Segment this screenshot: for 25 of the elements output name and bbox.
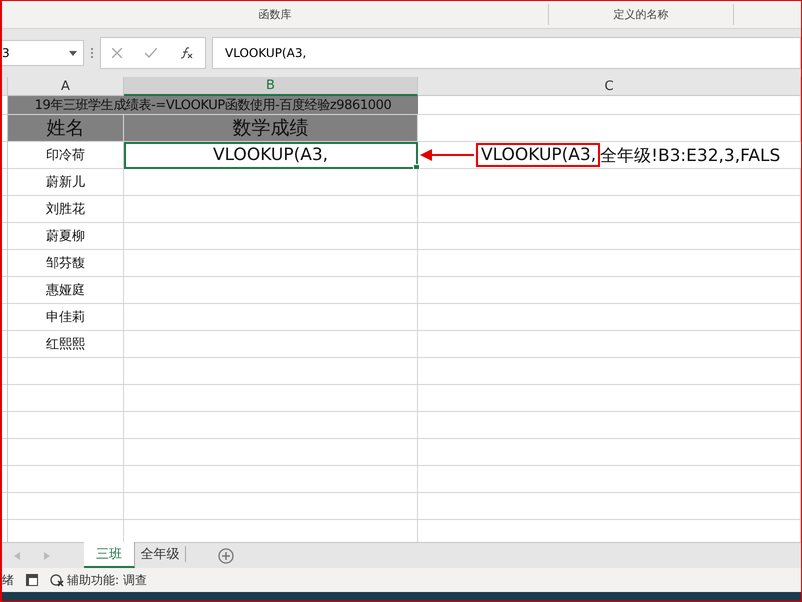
table-cell: 红熙熙 — [8, 331, 124, 358]
table-cell: 惠娅庭 — [8, 277, 124, 304]
status-text[interactable]: 辅助功能: 调查 — [67, 572, 147, 588]
ribbon-group-label: 定义的名称 — [549, 4, 734, 25]
column-header[interactable]: B — [124, 77, 418, 96]
cell-text: 全年级!B3:E32,3,FALS — [600, 144, 780, 166]
table-cell: 邹芬馥 — [8, 250, 124, 277]
table-cell: 姓名 — [8, 115, 124, 142]
ribbon-group-label: 函数库 — [2, 4, 549, 25]
table-cell: 数学成绩 — [124, 115, 418, 142]
status-text: 绪 — [2, 572, 14, 588]
table-cell: VLOOKUP(A3, — [124, 142, 418, 169]
table-cell: 蔚新儿 — [8, 169, 124, 196]
table-cell: 刘胜花 — [8, 196, 124, 223]
column-header[interactable]: C — [418, 77, 801, 96]
table-cell: 蔚夏柳 — [8, 223, 124, 250]
sheet-tab[interactable]: 三班 — [84, 542, 135, 568]
table-cell: 印冷荷 — [8, 142, 124, 169]
table-cell: 申佳莉 — [8, 304, 124, 331]
formula-field[interactable]: VLOOKUP(A3, — [212, 37, 801, 69]
highlighted-text: VLOOKUP(A3, — [476, 143, 600, 167]
name-box[interactable]: 3 — [2, 40, 84, 66]
sheet-tab[interactable]: 全年级 — [135, 546, 186, 562]
column-header[interactable]: A — [8, 77, 124, 96]
sheet-title: 19年三班学生成绩表-=VLOOKUP函数使用-百度经验z9861000 — [8, 96, 418, 115]
